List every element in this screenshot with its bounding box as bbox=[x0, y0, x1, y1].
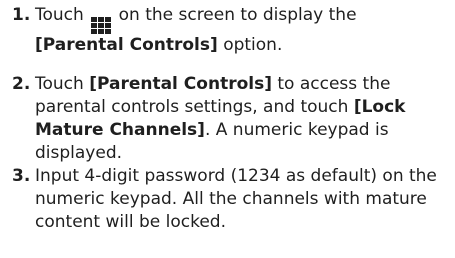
step-number: 2. bbox=[12, 74, 31, 94]
step-number: 3. bbox=[12, 166, 31, 186]
step-text: Touch [Parental Controls] to access the … bbox=[35, 73, 450, 165]
step-text-part: on the screen to display the bbox=[118, 5, 357, 25]
option-name: [Parental Controls] bbox=[89, 74, 272, 94]
step-number: 1. bbox=[12, 5, 31, 25]
grid-menu-icon bbox=[91, 17, 112, 34]
step-text: Input 4-digit password (1234 as default)… bbox=[35, 166, 437, 232]
option-name: [Parental Controls] bbox=[35, 35, 218, 55]
step-text-part: Touch bbox=[35, 74, 84, 94]
instruction-steps: 1. Touch on the screen to display the [P… bbox=[0, 0, 455, 258]
step-text-part: Touch bbox=[35, 5, 84, 25]
step-text: Touch on the screen to display the [Pare… bbox=[35, 4, 450, 57]
step-text-part: option. bbox=[223, 35, 283, 55]
